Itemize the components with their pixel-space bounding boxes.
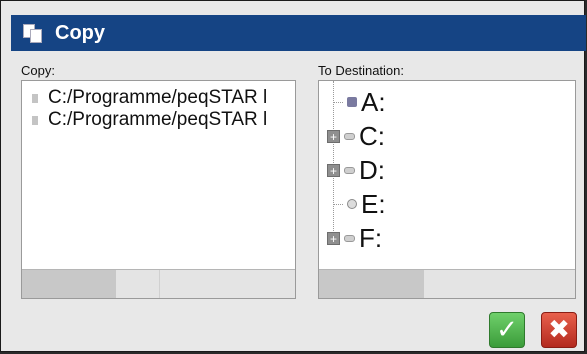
tree-node-d[interactable]: + D: (327, 153, 385, 187)
copy-icon (23, 24, 45, 43)
cancel-button[interactable]: ✖ (541, 312, 577, 348)
tree-node-e[interactable]: E: (333, 187, 386, 221)
expand-icon[interactable]: + (327, 129, 340, 143)
list-item[interactable]: C:/Programme/peqSTAR l (32, 109, 267, 131)
scrollbar-thumb[interactable] (22, 270, 116, 298)
copy-label: Copy: (21, 63, 55, 78)
title-bar: Copy (11, 15, 586, 51)
copy-source-list[interactable]: C:/Programme/peqSTAR l C:/Programme/peqS… (21, 80, 296, 299)
tree-node-label: F: (359, 222, 383, 253)
horizontal-scrollbar[interactable] (319, 269, 575, 298)
cd-drive-icon (347, 199, 357, 209)
tree-node-c[interactable]: + C: (327, 119, 385, 153)
destination-tree[interactable]: A: + C: + D: E: + F: (318, 80, 576, 299)
horizontal-scrollbar[interactable] (22, 269, 295, 298)
list-item-label: C:/Programme/peqSTAR l (48, 87, 268, 108)
tree-node-label: E: (361, 188, 386, 219)
list-item-label: C:/Programme/peqSTAR l (48, 109, 268, 130)
x-icon: ✖ (548, 315, 570, 345)
tree-node-label: D: (359, 154, 385, 185)
dialog-title: Copy (55, 21, 105, 44)
list-item[interactable]: C:/Programme/peqSTAR l (32, 87, 267, 109)
file-icon (32, 115, 38, 125)
expand-icon[interactable]: + (327, 163, 340, 177)
destination-label: To Destination: (318, 63, 404, 78)
expand-icon[interactable]: + (327, 231, 340, 245)
hard-drive-icon (344, 132, 355, 140)
floppy-drive-icon (347, 97, 357, 107)
copy-dialog: Copy Copy: To Destination: C:/Programme/… (0, 0, 586, 352)
tree-node-a[interactable]: A: (333, 85, 386, 119)
tree-node-label: A: (361, 86, 386, 117)
scrollbar-thumb[interactable] (319, 270, 424, 298)
tree-node-f[interactable]: + F: (327, 221, 382, 255)
ok-button[interactable]: ✓ (489, 312, 525, 348)
hard-drive-icon (344, 166, 355, 174)
file-icon (32, 93, 38, 103)
checkmark-icon: ✓ (496, 315, 518, 345)
hard-drive-icon (344, 234, 355, 242)
tree-node-label: C: (359, 120, 385, 151)
